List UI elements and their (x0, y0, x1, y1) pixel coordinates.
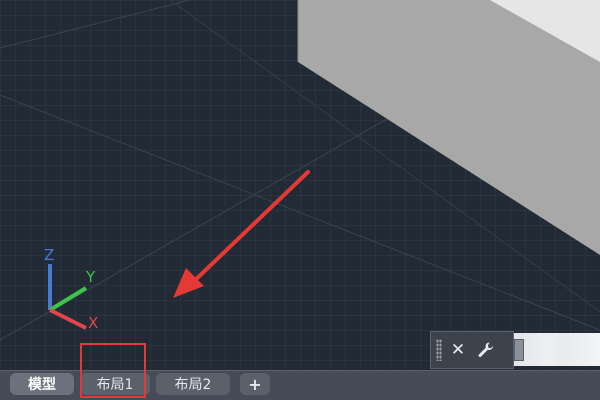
annotation-highlight-box (80, 343, 146, 398)
command-prompt-icon (514, 339, 524, 361)
wrench-glyph (478, 342, 493, 357)
command-input[interactable] (514, 333, 600, 366)
annotation-arrow-head (173, 268, 204, 298)
ucs-y-axis (48, 286, 88, 312)
ucs-x-label: X (88, 314, 98, 332)
close-icon[interactable]: ✕ (446, 337, 470, 363)
command-line: ✕ (430, 331, 600, 369)
ucs-icon: Z Y X (44, 246, 98, 332)
tab-layout2[interactable]: 布局2 (156, 373, 230, 395)
solid-side-face[interactable] (298, 0, 600, 255)
ucs-y-label: Y (85, 268, 96, 286)
wrench-icon[interactable] (474, 337, 498, 363)
tab-model[interactable]: 模型 (10, 373, 74, 395)
drag-grip-icon[interactable] (436, 339, 442, 361)
command-line-toolbar: ✕ (430, 331, 514, 369)
add-layout-button[interactable]: + (240, 373, 270, 395)
ucs-z-label: Z (44, 246, 54, 264)
ucs-x-axis (49, 308, 87, 330)
grid-axis-line (0, 0, 191, 49)
annotation-arrow-shaft (188, 170, 310, 287)
drawing-viewport[interactable]: Z Y X (0, 0, 600, 370)
